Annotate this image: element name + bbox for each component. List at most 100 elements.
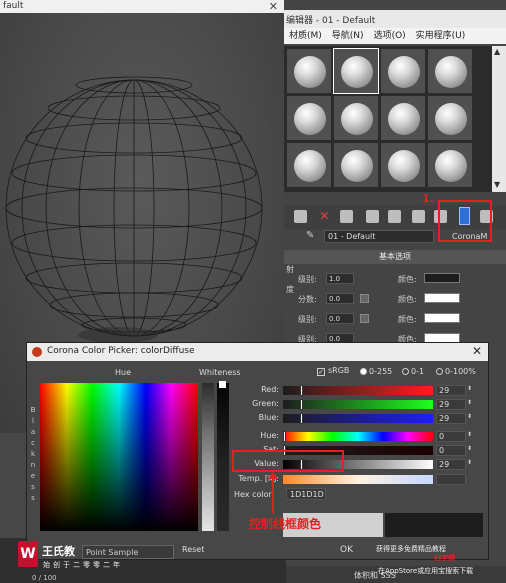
whiteness-marker[interactable] xyxy=(219,381,226,388)
material-slot[interactable] xyxy=(286,95,332,141)
spinner-icon[interactable]: ⬍ xyxy=(467,431,472,438)
red-row: Red: 29 ⬍ xyxy=(227,385,489,397)
blackness-letter: n xyxy=(30,461,36,469)
sample-mode-select[interactable]: Point Sample xyxy=(82,545,174,559)
material-slot[interactable] xyxy=(333,95,379,141)
promo-brand: 扫字频 xyxy=(434,554,455,562)
map-button[interactable] xyxy=(360,294,369,303)
whiteness-header: Whiteness xyxy=(199,368,241,377)
range-label: 0-1 xyxy=(411,367,425,376)
material-editor-title: 编辑器 - 01 - Default xyxy=(286,16,376,26)
spinner-icon[interactable]: ⬍ xyxy=(467,385,472,392)
green-label: Green: xyxy=(252,399,279,408)
temp-value[interactable] xyxy=(436,474,466,485)
color-swatch[interactable] xyxy=(424,313,460,323)
unique-icon[interactable] xyxy=(388,210,401,223)
blue-slider[interactable] xyxy=(283,413,433,424)
param-row: 度 分数: 0.0 颜色: xyxy=(284,285,506,304)
material-editor-menubar: 材质(M) 导航(N) 选项(O) 实用程序(U) xyxy=(284,28,506,44)
menu-options[interactable]: 选项(O) xyxy=(369,28,411,44)
material-slot[interactable] xyxy=(380,48,426,94)
rollout-header[interactable]: 基本选项 xyxy=(284,250,506,264)
range-radio-255[interactable]: 0-255 xyxy=(360,367,392,376)
temp-slider[interactable] xyxy=(283,475,433,484)
highlight-box xyxy=(438,200,492,242)
close-icon[interactable]: ✕ xyxy=(472,344,482,358)
range-radio-1[interactable]: 0-1 xyxy=(402,367,424,376)
brand-tagline: 始创于二零零二年 xyxy=(43,561,123,569)
blackness-letter: B xyxy=(30,406,36,414)
menu-navigation[interactable]: 导航(N) xyxy=(327,28,369,44)
blackness-letter: l xyxy=(32,417,34,425)
reset-button[interactable]: Reset xyxy=(182,545,204,554)
level-spinner[interactable]: 1.0 xyxy=(326,273,354,284)
scroll-up-icon[interactable]: ▲ xyxy=(494,47,500,56)
material-slot[interactable] xyxy=(333,48,379,94)
close-icon[interactable]: ✕ xyxy=(269,0,278,13)
spinner-icon[interactable]: ⬍ xyxy=(467,445,472,452)
sat-value[interactable]: 0 xyxy=(436,445,466,456)
scroll-down-icon[interactable]: ▼ xyxy=(494,180,500,189)
copy-material-icon[interactable] xyxy=(366,210,379,223)
material-id-icon[interactable] xyxy=(412,210,425,223)
slots-scrollbar[interactable]: ▲ ▼ xyxy=(492,46,506,192)
material-slot[interactable] xyxy=(427,95,473,141)
promo-text-2: 在AppStore或应用宝搜索下载 xyxy=(378,567,474,575)
hue-slider[interactable] xyxy=(283,431,433,442)
color-swatch[interactable] xyxy=(424,293,460,303)
frame-counter: 0 / 100 xyxy=(32,574,57,582)
screen: fault ✕ 编辑器 - 01 - Default 材质(M) 导航(N) 选… xyxy=(0,0,506,583)
hex-input[interactable]: 1D1D1D xyxy=(286,488,326,500)
blue-value[interactable]: 29 xyxy=(436,413,466,424)
value-value[interactable]: 29 xyxy=(436,459,466,470)
material-slot[interactable] xyxy=(427,48,473,94)
level-spinner[interactable]: 0.0 xyxy=(326,313,354,324)
blackness-letter: a xyxy=(30,428,36,436)
hue-value[interactable]: 0 xyxy=(436,431,466,442)
menu-utilities[interactable]: 实用程序(U) xyxy=(411,28,471,44)
srgb-label: sRGB xyxy=(328,366,350,375)
color-label: 颜色: xyxy=(398,315,417,324)
color-label: 颜色: xyxy=(398,295,417,304)
material-slot[interactable] xyxy=(380,142,426,188)
red-label: Red: xyxy=(261,385,279,394)
menu-material[interactable]: 材质(M) xyxy=(284,28,327,44)
blackness-letter: c xyxy=(31,439,35,447)
red-value[interactable]: 29 xyxy=(436,385,466,396)
spinner-icon[interactable]: ⬍ xyxy=(467,399,472,406)
fraction-spinner[interactable]: 0.0 xyxy=(326,293,354,304)
green-slider[interactable] xyxy=(283,399,433,410)
viewport-titlebar: fault ✕ xyxy=(0,0,284,13)
range-radio-100[interactable]: 0-100% xyxy=(436,367,476,376)
annotation-arrow xyxy=(272,475,274,513)
spinner-icon[interactable]: ⬍ xyxy=(467,459,472,466)
check-icon: ✓ xyxy=(317,368,325,376)
srgb-toggle[interactable]: ✓ sRGB xyxy=(317,366,349,376)
viewport-title: fault xyxy=(3,1,24,11)
material-slot[interactable] xyxy=(380,95,426,141)
range-label: 0-100% xyxy=(445,367,476,376)
whiteness-slider[interactable] xyxy=(202,383,214,531)
material-slot[interactable] xyxy=(286,142,332,188)
color-swatch[interactable] xyxy=(424,273,460,283)
delete-icon[interactable]: ✕ xyxy=(318,210,331,223)
material-slot[interactable] xyxy=(286,48,332,94)
hue-blackness-field[interactable] xyxy=(40,383,198,531)
eyedropper-icon[interactable]: ✎ xyxy=(306,230,314,241)
spinner-icon[interactable]: ⬍ xyxy=(467,413,472,420)
color-picker-dialog: Corona Color Picker: colorDiffuse ✕ Hue … xyxy=(26,342,489,560)
material-slot[interactable] xyxy=(427,142,473,188)
color-picker-titlebar: Corona Color Picker: colorDiffuse ✕ xyxy=(27,343,488,361)
ok-button[interactable]: OK xyxy=(340,545,353,555)
assign-material-icon[interactable] xyxy=(340,210,353,223)
value-highlight-box xyxy=(232,450,344,472)
material-slot[interactable] xyxy=(333,142,379,188)
map-button[interactable] xyxy=(360,314,369,323)
red-slider[interactable] xyxy=(283,385,433,396)
fraction-label: 分数: xyxy=(298,295,317,304)
hue-label: Hue: xyxy=(260,431,279,440)
material-name-field[interactable]: 01 - Default xyxy=(324,230,434,243)
get-material-icon[interactable] xyxy=(294,210,307,223)
blackness-letter: e xyxy=(30,472,36,480)
green-value[interactable]: 29 xyxy=(436,399,466,410)
